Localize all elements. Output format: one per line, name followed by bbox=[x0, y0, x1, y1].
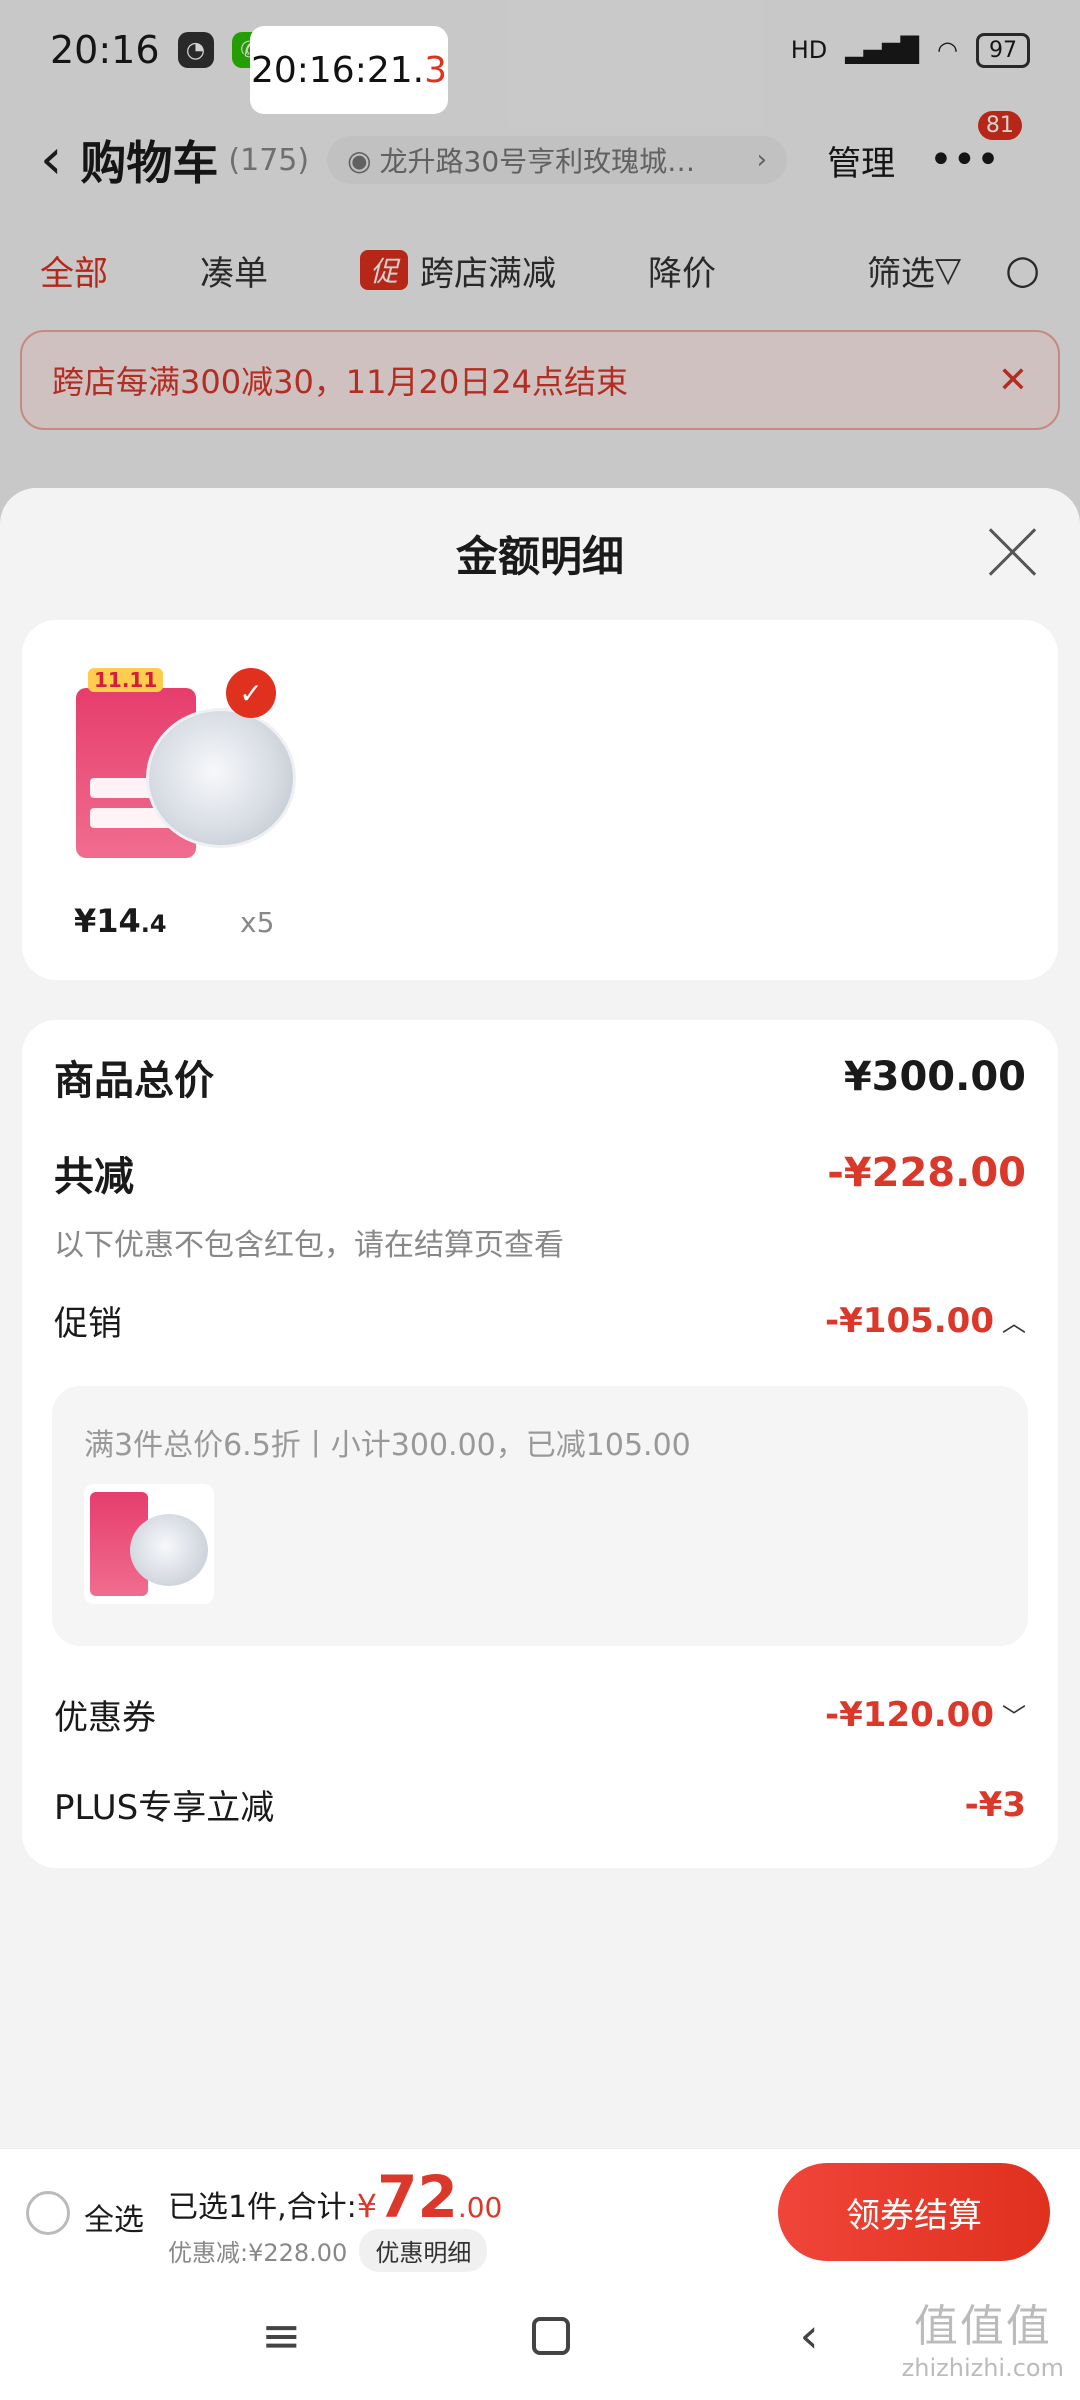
price-integer: ¥14 bbox=[74, 902, 141, 940]
total-label: 商品总价 bbox=[54, 1058, 214, 1104]
coupon-label: 优惠券 bbox=[54, 1698, 156, 1738]
product-thumbnail[interactable]: 11.11 ✓ bbox=[76, 668, 306, 858]
double-eleven-badge: 11.11 bbox=[88, 668, 164, 692]
reduce-value: -¥228.00 bbox=[827, 1150, 1026, 1196]
timer-text: 20:16:21. bbox=[250, 49, 425, 91]
price-decimal: .4 bbox=[140, 910, 167, 938]
coupon-value: -¥120.00 bbox=[825, 1694, 994, 1735]
mini-bowl-image bbox=[130, 1514, 208, 1586]
timer-overlay: 20:16:21. 3 bbox=[250, 26, 448, 114]
total-row: 商品总价 ¥300.00 bbox=[54, 1048, 1026, 1106]
promo-value: -¥105.00 bbox=[825, 1300, 994, 1341]
sheet-title: 金额明细 bbox=[455, 531, 624, 581]
home-square-icon[interactable] bbox=[531, 2317, 570, 2355]
promo-product-thumbnail[interactable] bbox=[84, 1484, 214, 1604]
plus-value: -¥3 bbox=[964, 1784, 1026, 1825]
watermark-logo-text: 值值值 bbox=[913, 2301, 1052, 2352]
checkout-button[interactable]: 领券结算 bbox=[778, 2163, 1050, 2261]
promo-detail-box: 满3件总价6.5折丨小计300.00，已减105.00 bbox=[52, 1386, 1028, 1646]
plus-row: PLUS专享立减 -¥3 bbox=[54, 1780, 1026, 1829]
promo-description: 满3件总价6.5折丨小计300.00，已减105.00 bbox=[84, 1428, 691, 1463]
reduce-note: 以下优惠不包含红包，请在结算页查看 bbox=[54, 1228, 564, 1263]
plus-label: PLUS专享立减 bbox=[54, 1788, 275, 1828]
chevron-down-icon: ﹀ bbox=[1002, 1703, 1026, 1731]
currency-symbol: ¥ bbox=[356, 2187, 378, 2225]
system-navigation-bar: ≡ ‹ 值值值 zhizhizhi.com bbox=[0, 2272, 1080, 2400]
product-quantity: x5 bbox=[240, 906, 275, 939]
selected-summary: 已选1件,合计: ¥ 72 .00 bbox=[168, 2163, 502, 2231]
coupon-row[interactable]: 优惠券 -¥120.00 ﹀ bbox=[54, 1690, 1026, 1739]
reduce-label: 共减 bbox=[54, 1154, 134, 1200]
watermark-url: zhizhizhi.com bbox=[901, 2354, 1064, 2382]
discount-summary: 优惠减:¥228.00 优惠明细 bbox=[168, 2229, 488, 2272]
total-amount-decimal: .00 bbox=[457, 2191, 503, 2224]
price-detail-card: 商品总价 ¥300.00 共减 -¥228.00 以下优惠不包含红包，请在结算页… bbox=[22, 1020, 1058, 1868]
reduce-row: 共减 -¥228.00 bbox=[54, 1144, 1026, 1202]
amount-detail-sheet: 金额明细 11.11 ✓ ¥14.4 x5 商品总价 ¥300.00 共减 -¥… bbox=[0, 488, 1080, 2148]
menu-icon[interactable]: ≡ bbox=[261, 2308, 301, 2364]
product-card: 11.11 ✓ ¥14.4 x5 bbox=[22, 620, 1058, 980]
checkout-bar: 全选 已选1件,合计: ¥ 72 .00 优惠减:¥228.00 优惠明细 领券… bbox=[0, 2148, 1080, 2272]
watermark: 值值值 zhizhizhi.com bbox=[902, 2290, 1064, 2382]
chevron-up-icon: ︿ bbox=[1002, 1309, 1026, 1337]
discount-detail-button[interactable]: 优惠明细 bbox=[359, 2229, 488, 2272]
promo-label: 促销 bbox=[54, 1304, 122, 1344]
back-icon[interactable]: ‹ bbox=[800, 2308, 819, 2364]
promo-row[interactable]: 促销 -¥105.00 ︿ bbox=[54, 1296, 1026, 1345]
selected-text: 已选1件,合计: bbox=[168, 2190, 357, 2225]
total-value: ¥300.00 bbox=[843, 1054, 1026, 1100]
checkmark-icon: ✓ bbox=[226, 668, 276, 718]
close-icon[interactable] bbox=[984, 524, 1040, 580]
discount-text: 优惠减:¥228.00 bbox=[168, 2239, 348, 2267]
timer-digit: 3 bbox=[424, 49, 448, 91]
select-all-radio[interactable] bbox=[26, 2191, 70, 2235]
select-all-label[interactable]: 全选 bbox=[84, 2195, 144, 2239]
total-amount-integer: 72 bbox=[377, 2163, 458, 2231]
product-price: ¥14.4 bbox=[74, 902, 167, 940]
product-bowl-image bbox=[146, 708, 296, 848]
sheet-header: 金额明细 bbox=[0, 488, 1080, 618]
